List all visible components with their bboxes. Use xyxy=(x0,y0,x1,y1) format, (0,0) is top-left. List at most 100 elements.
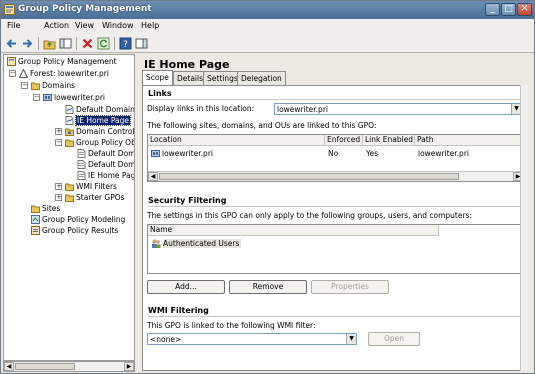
security-table[interactable]: Name Authenticated Users xyxy=(147,224,524,274)
gpo-icon xyxy=(77,149,86,158)
window-title: Group Policy Management xyxy=(18,4,152,14)
tree-root-label: Group Policy Management xyxy=(18,57,117,66)
col-location[interactable]: Location xyxy=(148,135,325,146)
pane-vertical-scrollbar[interactable] xyxy=(520,85,528,371)
folder-icon xyxy=(65,139,74,147)
details-pane: IE Home Page Scope Details Settings Dele… xyxy=(139,54,531,372)
links-heading: Links xyxy=(148,89,172,98)
cell-link-enabled: Yes xyxy=(366,149,379,158)
tree-gpo-label: Default Domai xyxy=(88,160,135,169)
domain-icon xyxy=(151,150,160,157)
sites-icon xyxy=(31,205,40,213)
wmi-filter-value: <none> xyxy=(150,335,182,344)
scroll-left-button[interactable]: ◀ xyxy=(148,172,158,181)
back-icon[interactable] xyxy=(5,37,18,50)
maximize-button[interactable]: □ xyxy=(501,3,516,16)
gpo-icon xyxy=(77,171,86,180)
gpo-icon xyxy=(77,160,86,169)
wmi-description: This GPO is linked to the following WMI … xyxy=(147,321,316,330)
title-bar[interactable]: Group Policy Management _ □ ✕ xyxy=(1,1,534,19)
tab-details[interactable]: Details xyxy=(173,71,208,85)
scope-tab-panel: Links Display links in this location: lo… xyxy=(142,85,528,371)
group-policy-icon xyxy=(4,4,15,15)
links-table[interactable]: Location Enforced Link Enabled Path lowe… xyxy=(147,134,524,182)
help-icon[interactable]: ? xyxy=(119,37,132,50)
expand-domain-controllers-toggle[interactable]: + xyxy=(55,128,62,135)
forest-icon xyxy=(19,69,28,78)
domain-icon xyxy=(43,94,52,101)
tree-item-label: Starter GPOs xyxy=(76,193,125,202)
tree-item-label: Default Domain Po xyxy=(76,105,135,114)
collapse-gpo-toggle[interactable]: − xyxy=(55,139,62,146)
ou-folder-icon xyxy=(65,128,74,136)
cell-path: lowewriter.pri xyxy=(418,149,469,158)
tree-domains-label: Domains xyxy=(42,81,76,90)
users-group-icon xyxy=(152,239,161,248)
remove-button[interactable]: Remove xyxy=(229,280,307,294)
menu-file[interactable]: File xyxy=(7,21,20,30)
folder-icon xyxy=(65,194,74,202)
wmi-heading: WMI Filtering xyxy=(148,306,209,315)
security-heading: Security Filtering xyxy=(148,196,227,205)
menu-action[interactable]: Action xyxy=(44,21,69,30)
tab-delegation[interactable]: Delegation xyxy=(237,71,286,85)
open-button[interactable]: Open xyxy=(368,332,420,346)
links-location-value: lowewriter.pri xyxy=(277,105,328,114)
links-horizontal-scrollbar[interactable]: ◀ ▶ xyxy=(148,171,523,181)
close-button[interactable]: ✕ xyxy=(517,3,532,16)
scroll-thumb[interactable] xyxy=(159,173,459,180)
show-hide-tree-icon[interactable] xyxy=(59,37,72,50)
tab-scope[interactable]: Scope xyxy=(142,70,173,85)
menu-help[interactable]: Help xyxy=(141,21,159,30)
collapse-forest-toggle[interactable]: − xyxy=(9,70,16,77)
menu-bar: File Action View Window Help xyxy=(1,19,534,34)
gpo-link-icon xyxy=(65,105,74,114)
tab-settings[interactable]: Settings xyxy=(203,71,242,85)
add-button[interactable]: Add... xyxy=(147,280,225,294)
wmi-filter-combobox[interactable]: <none> ▼ xyxy=(147,333,357,345)
tree-gpo-label: IE Home Page xyxy=(88,171,135,180)
folder-icon xyxy=(31,82,40,90)
tree-item-label: Sites xyxy=(42,204,61,213)
expand-wmi-filters-toggle[interactable]: + xyxy=(55,183,62,190)
scroll-right-button[interactable]: ▶ xyxy=(124,362,134,371)
refresh-icon[interactable] xyxy=(97,37,110,50)
cell-enforced: No xyxy=(328,149,339,158)
collapse-domain-toggle[interactable]: − xyxy=(33,94,40,101)
links-location-combobox[interactable]: lowewriter.pri ▼ xyxy=(274,103,522,115)
security-description: The settings in this GPO can only apply … xyxy=(147,211,472,220)
up-folder-icon[interactable] xyxy=(43,37,56,50)
tree-item-label: Group Policy Obje xyxy=(76,138,135,147)
tree-item-label: IE Home Page xyxy=(74,115,132,126)
app-window: Group Policy Management _ □ ✕ File Actio… xyxy=(0,0,535,374)
cell-location: lowewriter.pri xyxy=(162,149,213,158)
tree-gpo-label: Default Domai xyxy=(88,149,135,158)
scroll-thumb[interactable] xyxy=(15,363,75,370)
gpo-link-icon xyxy=(65,116,74,125)
collapse-domains-toggle[interactable]: − xyxy=(21,82,28,89)
folder-icon xyxy=(65,183,74,191)
tree-domain-label: lowewriter.pri xyxy=(54,93,105,102)
properties-button[interactable]: Properties xyxy=(311,280,389,294)
display-links-label: Display links in this location: xyxy=(147,104,255,113)
menu-view[interactable]: View xyxy=(75,21,94,30)
col-link-enabled[interactable]: Link Enabled xyxy=(363,135,415,146)
menu-window[interactable]: Window xyxy=(102,21,134,30)
minimize-button[interactable]: _ xyxy=(485,3,500,16)
tree-item-label: Group Policy Modeling xyxy=(42,215,126,224)
tree-item-label: WMI Filters xyxy=(76,182,117,191)
results-icon xyxy=(31,226,40,235)
chevron-down-icon[interactable]: ▼ xyxy=(346,334,356,344)
toolbar: ? xyxy=(1,34,534,53)
console-tree[interactable]: Group Policy Management − Forest: lowewr… xyxy=(3,54,135,361)
col-name[interactable]: Name xyxy=(148,225,439,236)
col-path[interactable]: Path xyxy=(415,135,523,146)
expand-starter-gpos-toggle[interactable]: + xyxy=(55,194,62,201)
tree-item-label: Domain Controller xyxy=(76,127,135,136)
col-enforced[interactable]: Enforced xyxy=(325,135,363,146)
properties-pane-icon[interactable] xyxy=(135,37,148,50)
scroll-left-button[interactable]: ◀ xyxy=(4,362,14,371)
delete-icon[interactable] xyxy=(81,37,94,50)
tree-horizontal-scrollbar[interactable]: ◀ ▶ xyxy=(3,361,135,372)
forward-icon[interactable] xyxy=(21,37,34,50)
